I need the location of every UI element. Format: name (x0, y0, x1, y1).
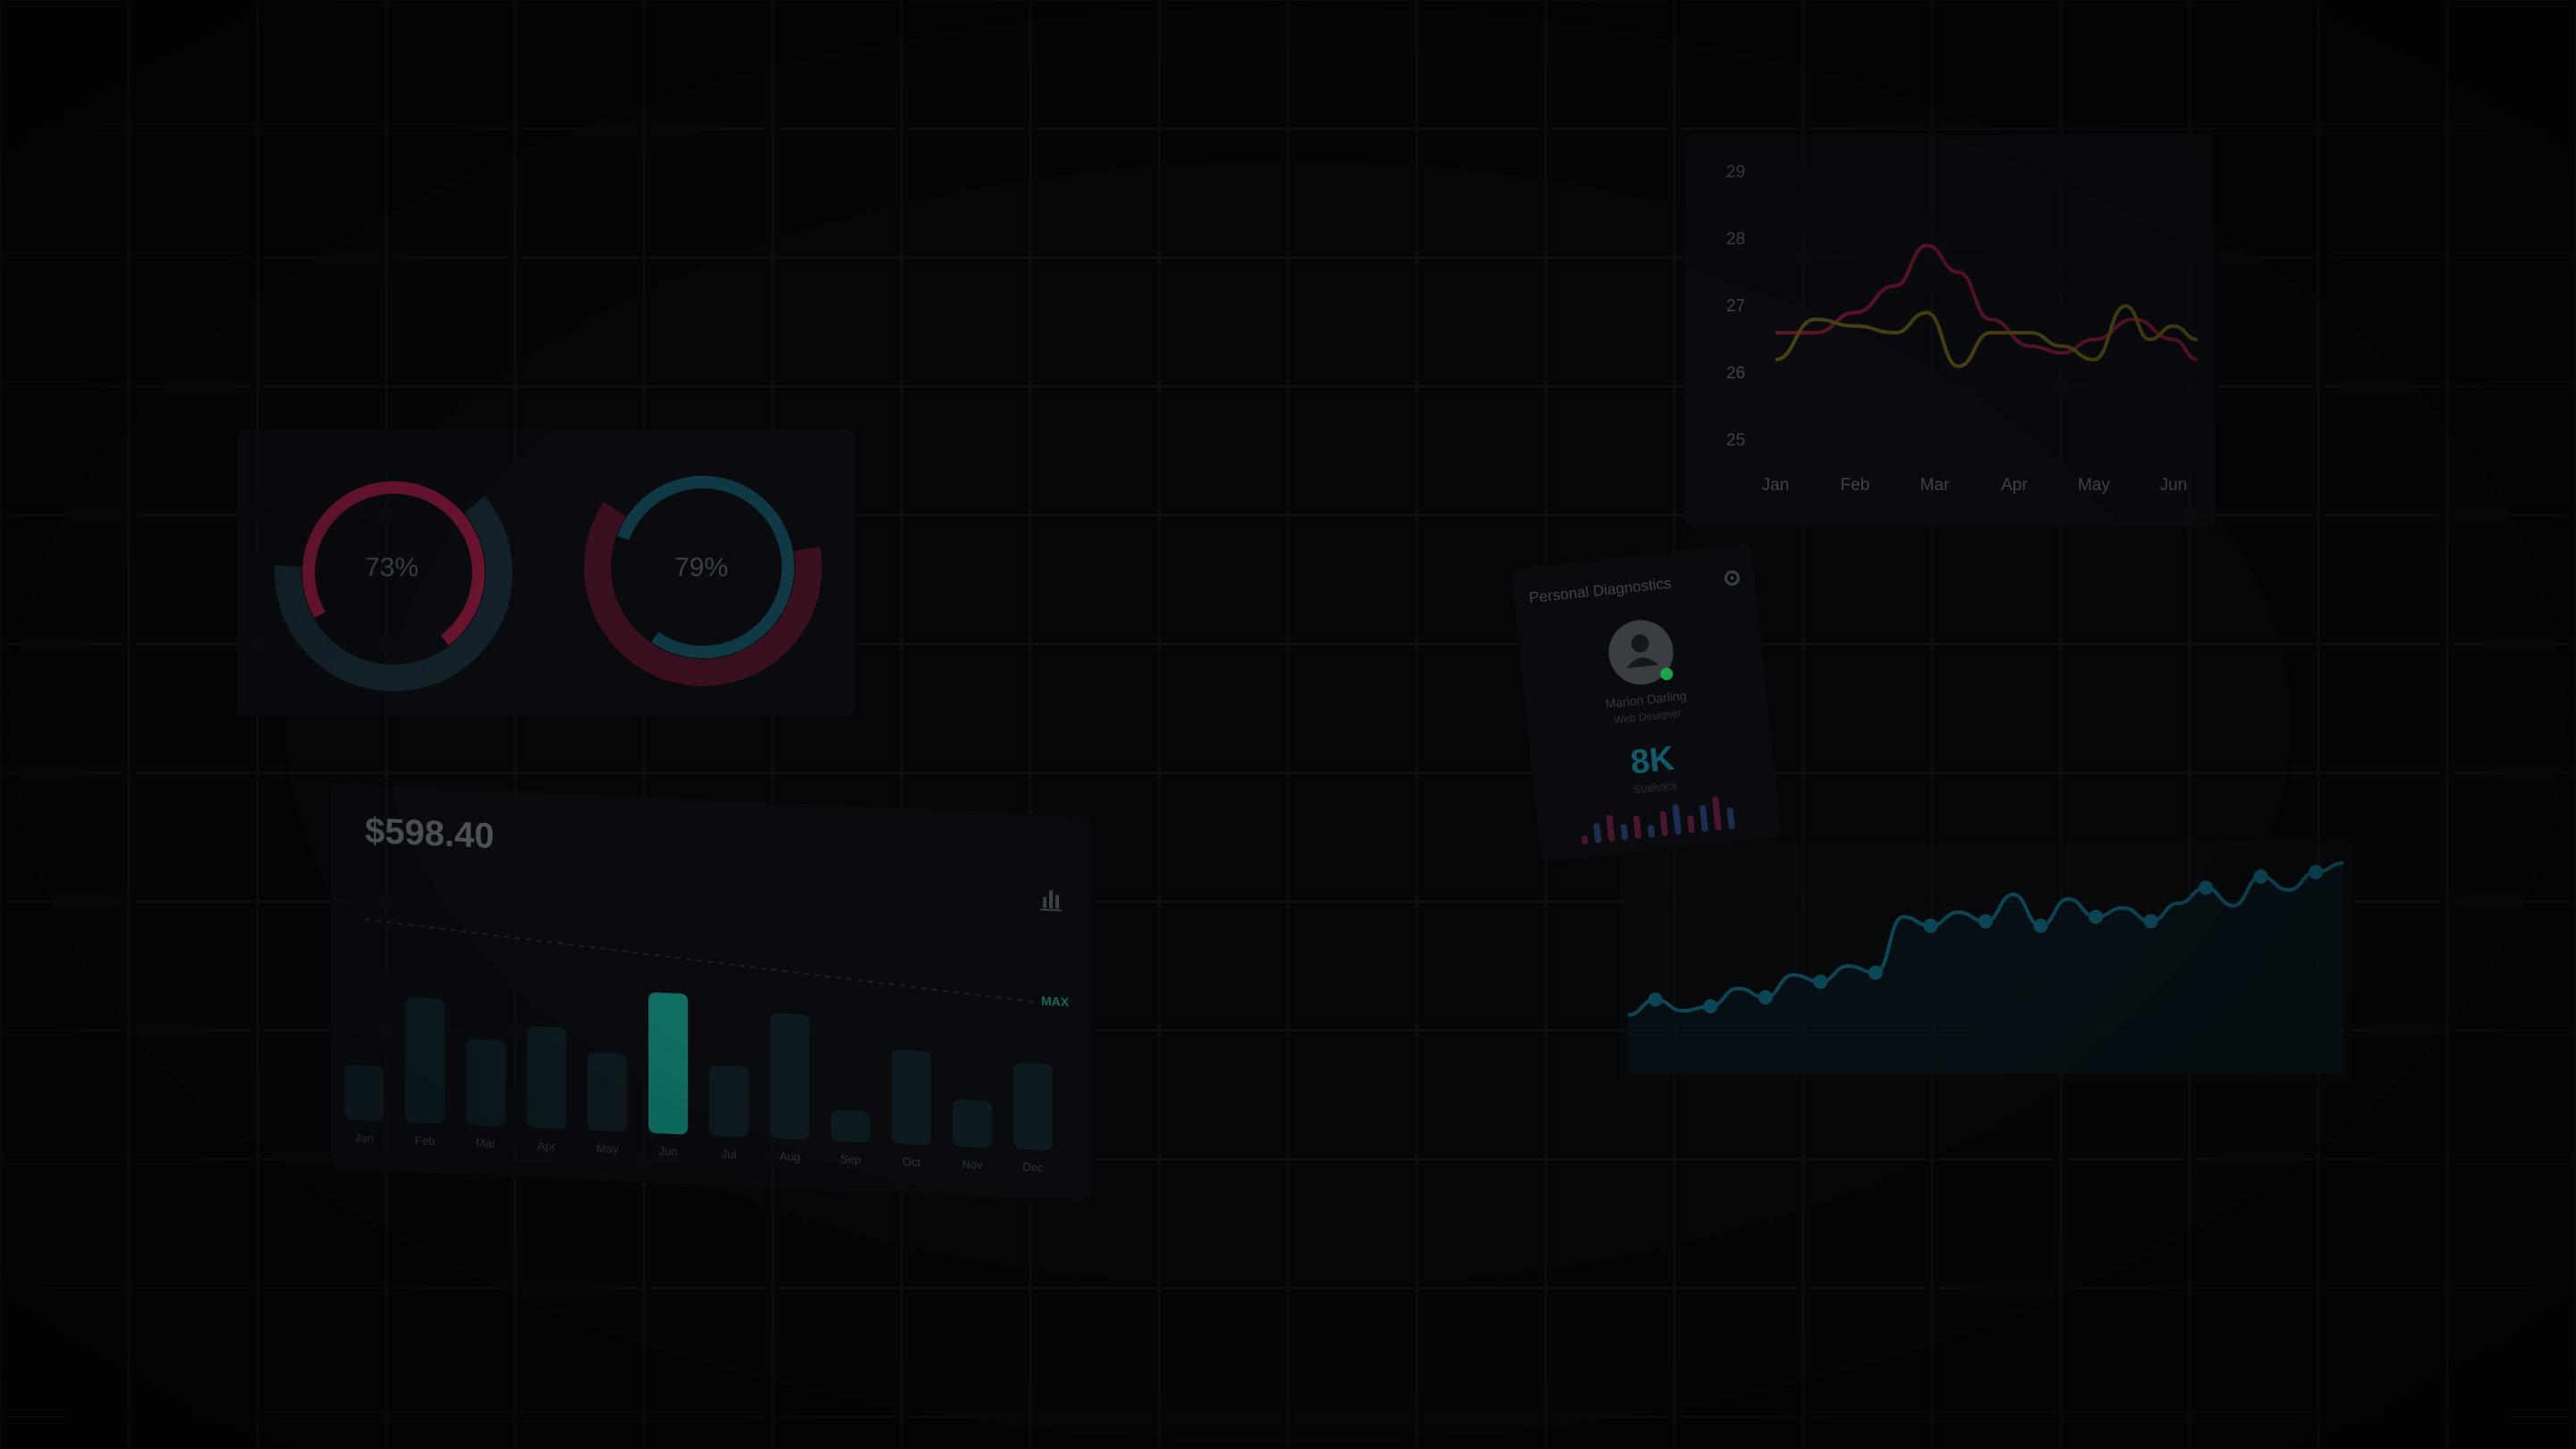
revenue-card: $598.40 MAX Jan Feb Mar Apr May Jun Jul Aug Sep O… (331, 784, 1091, 1201)
bar-may[interactable] (588, 1052, 627, 1132)
bar-label-feb: Feb (415, 1133, 435, 1148)
bar-label-sep: Sep (840, 1152, 860, 1166)
bar-label-dec: Dec (1022, 1160, 1044, 1174)
bar-label-jan: Jan (355, 1131, 374, 1145)
trend-point[interactable] (2033, 919, 2048, 933)
bar-label-aug: Aug (779, 1149, 800, 1164)
bar-dec[interactable] (1013, 1063, 1053, 1151)
ring-gauge-2-label: 79% (674, 553, 728, 582)
bar-label-nov: Nov (962, 1157, 983, 1172)
trend-point[interactable] (2089, 910, 2104, 924)
x-tick-jan: Jan (1762, 476, 1790, 495)
bar-label-mar: Mar (476, 1136, 496, 1150)
bar-nov[interactable] (953, 1099, 992, 1148)
trend-point[interactable] (2199, 880, 2214, 895)
y-tick-25: 25 (1726, 431, 1745, 450)
bar-mar[interactable] (466, 1038, 505, 1127)
bar-label-may: May (597, 1141, 619, 1156)
bar-feb[interactable] (405, 997, 445, 1124)
line-chart-panel: 25 26 27 28 29 Jan Feb Mar Apr May Jun (1686, 134, 2214, 528)
x-tick-may: May (2078, 476, 2110, 495)
x-tick-mar: Mar (1920, 476, 1950, 495)
ring-gauge-1-label: 73% (365, 553, 419, 582)
bar-label-jun: Jun (659, 1144, 678, 1158)
y-tick-29: 29 (1726, 163, 1745, 182)
bar-label-oct: Oct (902, 1155, 921, 1169)
y-tick-28: 28 (1726, 230, 1745, 249)
bar-oct[interactable] (892, 1049, 931, 1146)
x-tick-apr: Apr (2001, 476, 2028, 495)
trend-point[interactable] (1648, 992, 1663, 1007)
trend-point[interactable] (2253, 869, 2268, 884)
diagnostics-card: Personal Diagnostics Marion Darling Web … (1512, 544, 1782, 862)
trend-point[interactable] (1813, 974, 1828, 989)
trend-point[interactable] (2143, 914, 2158, 928)
x-tick-jun: Jun (2160, 476, 2188, 495)
stat-value: 8K (1629, 740, 1676, 782)
revenue-amount: $598.40 (365, 811, 495, 856)
x-tick-feb: Feb (1841, 476, 1870, 495)
line-chart-background (1686, 134, 2214, 528)
trend-point[interactable] (1923, 919, 1938, 933)
max-label: MAX (1041, 994, 1070, 1009)
y-tick-27: 27 (1726, 297, 1745, 316)
bar-aug[interactable] (770, 1013, 809, 1140)
bar-label-jul: Jul (722, 1147, 737, 1161)
trend-area-chart (1619, 841, 2352, 1082)
y-tick-26: 26 (1726, 364, 1745, 383)
trend-point[interactable] (1868, 965, 1883, 980)
bar-jun[interactable] (648, 992, 688, 1135)
trend-point[interactable] (1979, 914, 1993, 928)
trend-point[interactable] (1703, 999, 1718, 1013)
trend-point[interactable] (2309, 865, 2324, 879)
bar-apr[interactable] (527, 1026, 566, 1130)
trend-point[interactable] (1758, 990, 1773, 1004)
bar-jan[interactable] (344, 1064, 384, 1122)
bar-sep[interactable] (831, 1109, 870, 1143)
ring-gauges-panel: 73% 79% (237, 429, 854, 716)
bar-label-apr: Apr (538, 1139, 556, 1153)
bar-jul[interactable] (709, 1065, 749, 1138)
dashboard-canvas: 73% 79% $598.40 MAX Jan Feb Mar Apr May Jun Ju… (0, 0, 2576, 1449)
